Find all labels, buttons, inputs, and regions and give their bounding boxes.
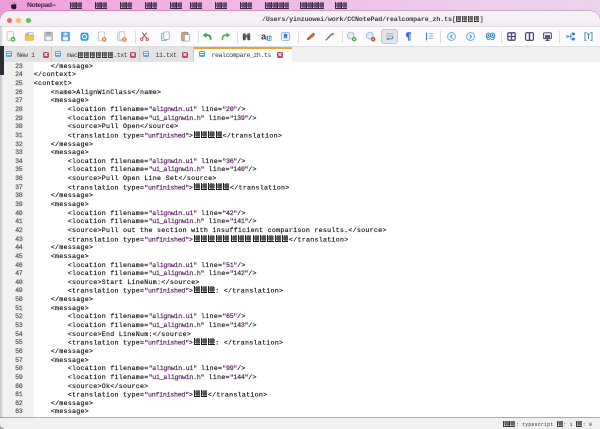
svg-text:a: a [261, 31, 267, 41]
svg-text:b: b [267, 36, 271, 42]
